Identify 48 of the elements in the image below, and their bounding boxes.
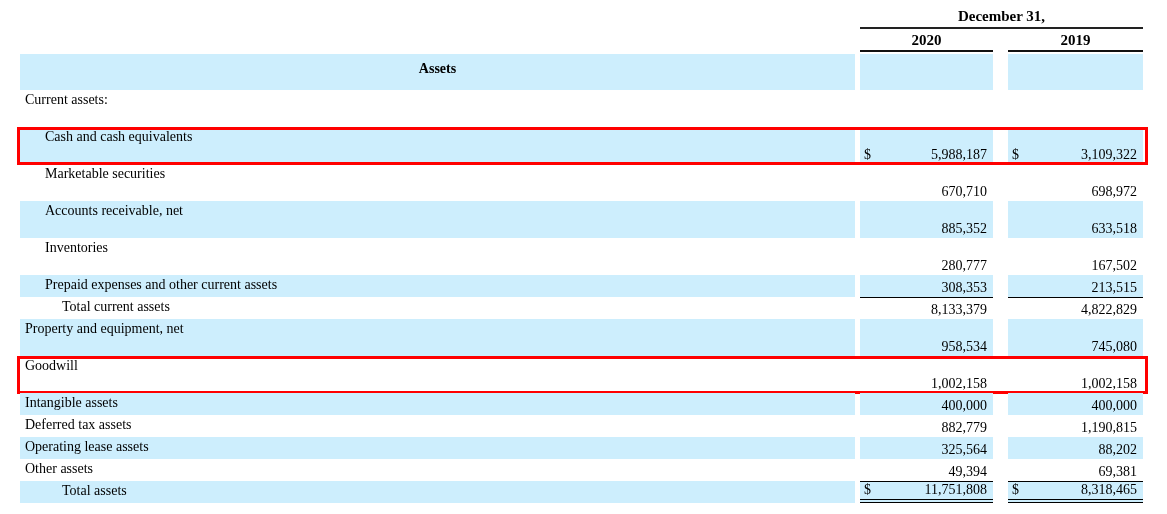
amount: 8,318,465 <box>1081 482 1137 498</box>
amount: 1,190,815 <box>1081 420 1137 436</box>
amount: 8,133,379 <box>931 302 987 318</box>
row-label: Current assets: <box>25 92 108 107</box>
row-label: Intangible assets <box>25 395 118 410</box>
currency-sign: $ <box>1012 482 1019 498</box>
row-label: Accounts receivable, net <box>45 203 183 218</box>
amount: 49,394 <box>948 464 987 480</box>
row-label: Other assets <box>25 461 94 476</box>
section-heading: Assets <box>418 61 457 76</box>
row-label: Inventories <box>45 240 108 255</box>
amount: 167,502 <box>1091 258 1137 274</box>
row-label: Marketable securities <box>45 166 166 181</box>
row-label: Cash and cash equivalents <box>45 129 193 144</box>
amount: 882,779 <box>941 420 987 436</box>
amount: 1,002,158 <box>1081 376 1137 392</box>
amount: 11,751,808 <box>924 482 987 498</box>
amount: 400,000 <box>941 398 987 414</box>
row-label: Operating lease assets <box>25 439 149 454</box>
amount: 633,518 <box>1091 221 1137 237</box>
currency-sign: $ <box>1012 147 1019 163</box>
period-heading: December 31, <box>860 8 1143 29</box>
amount: 745,080 <box>1091 339 1137 355</box>
amount: 1,002,158 <box>931 376 987 392</box>
currency-sign: $ <box>864 147 871 163</box>
row-label: Total assets <box>62 483 127 498</box>
row-label: Total current assets <box>62 299 170 314</box>
amount: 670,710 <box>941 184 987 200</box>
amount: 88,202 <box>1098 442 1137 458</box>
amount: 213,515 <box>1091 280 1137 296</box>
row-label: Prepaid expenses and other current assets <box>45 277 278 292</box>
row-label: Property and equipment, net <box>25 321 184 336</box>
column-heading: 2019 <box>1008 29 1143 52</box>
amount: 958,534 <box>941 339 987 355</box>
amount: 4,822,829 <box>1081 302 1137 318</box>
row-label: Deferred tax assets <box>25 417 132 432</box>
amount: 69,381 <box>1098 464 1137 480</box>
amount: 280,777 <box>941 258 987 274</box>
amount: 325,564 <box>941 442 987 458</box>
amount: 400,000 <box>1091 398 1137 414</box>
amount: 5,988,187 <box>931 147 987 163</box>
row-label: Goodwill <box>25 358 78 373</box>
amount: 3,109,322 <box>1081 147 1137 163</box>
amount: 698,972 <box>1091 184 1137 200</box>
amount: 885,352 <box>941 221 987 237</box>
currency-sign: $ <box>864 482 871 498</box>
amount: 308,353 <box>941 280 987 296</box>
column-heading: 2020 <box>860 29 993 52</box>
